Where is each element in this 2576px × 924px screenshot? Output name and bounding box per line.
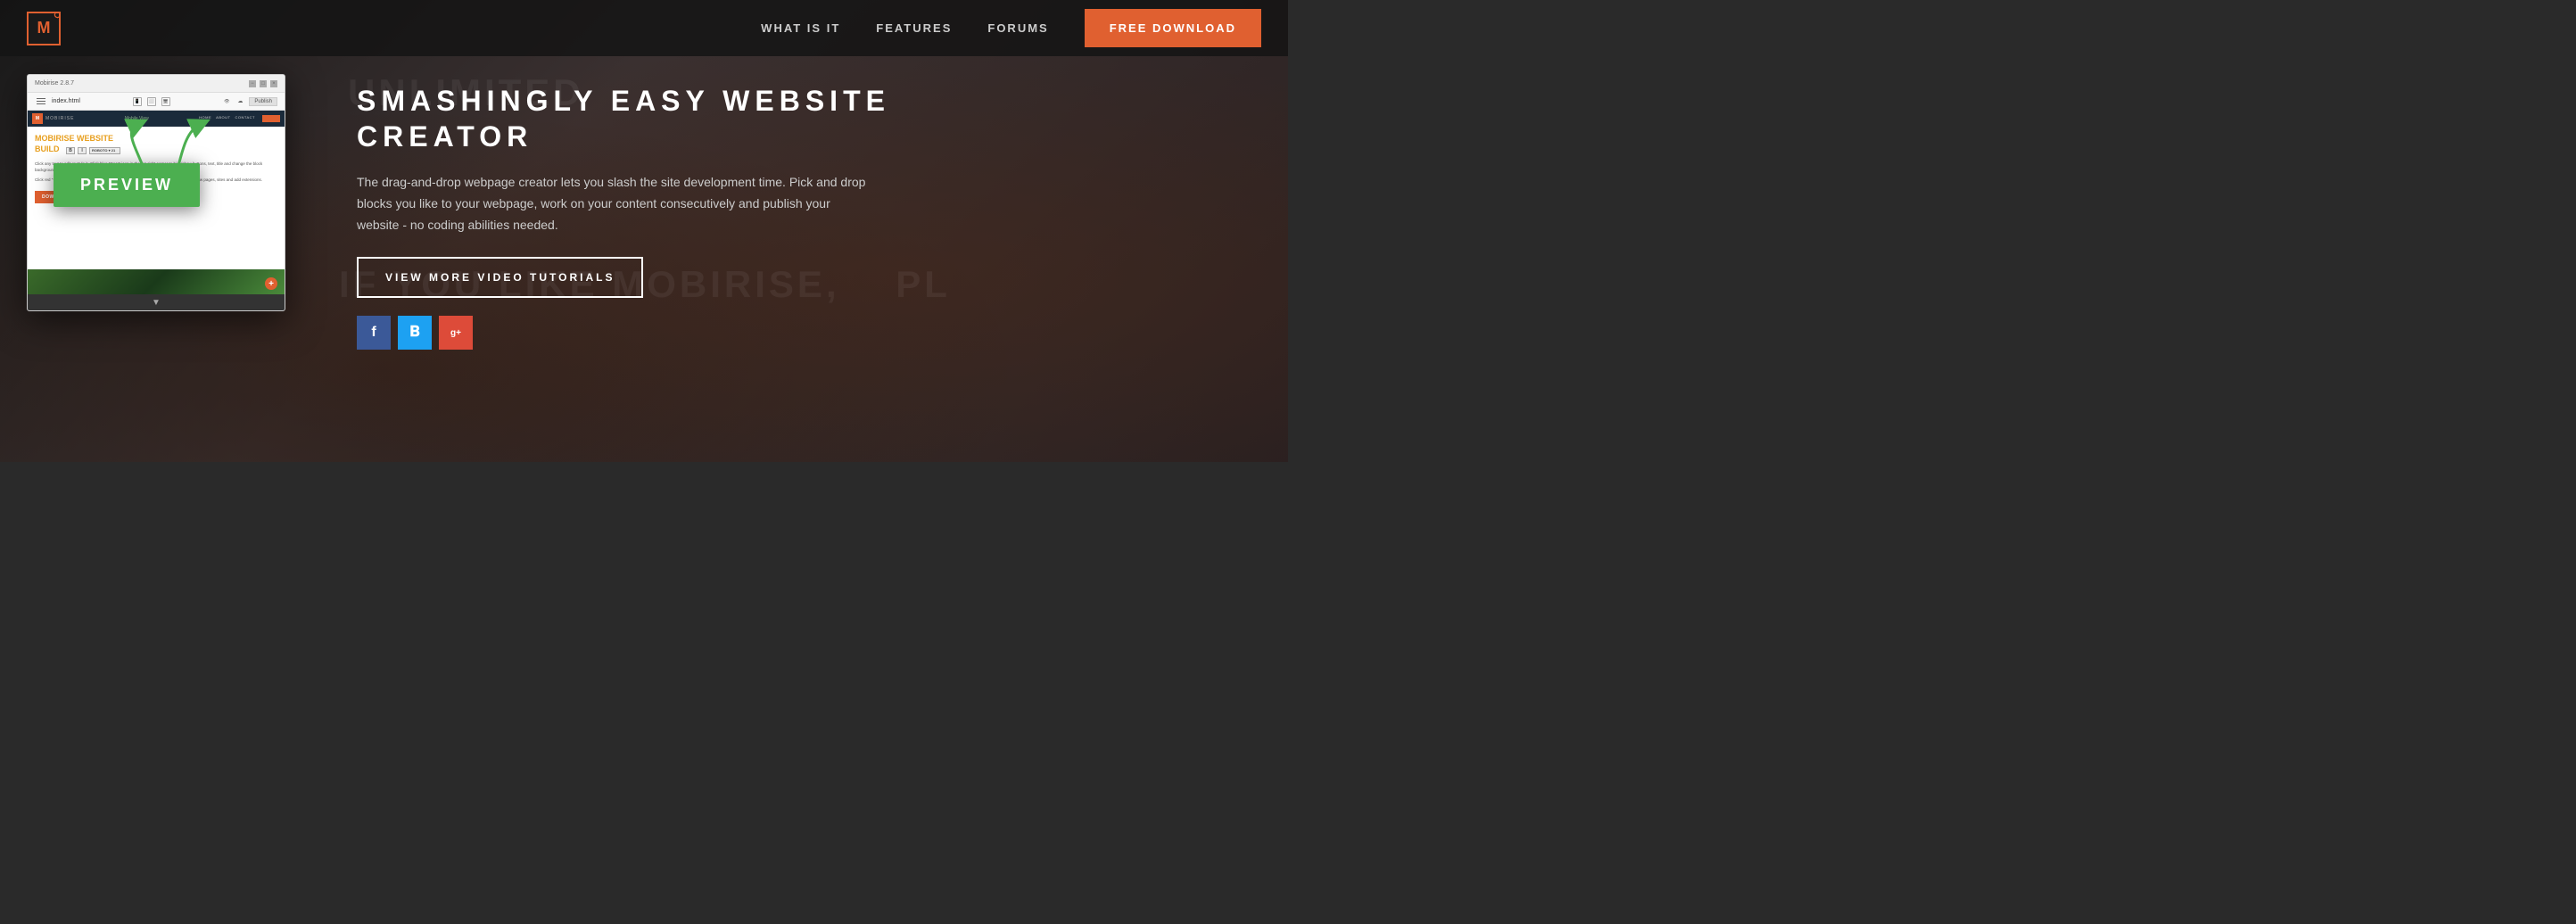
mockup-logo-small: M xyxy=(32,113,43,124)
publish-button[interactable]: Publish xyxy=(249,97,277,106)
nav-links: WHAT IS IT FEATURES FORUMS FREE DOWNLOAD xyxy=(761,9,1261,47)
googleplus-button[interactable]: g+ xyxy=(439,316,473,350)
mockup-nav-contact: CONTACT xyxy=(235,115,255,122)
view-tutorials-button[interactable]: VIEW MORE VIDEO TUTORIALS xyxy=(357,257,643,298)
hero-description: The drag-and-drop webpage creator lets y… xyxy=(357,172,874,235)
hero-text: SMASHINGLY EASY WEBSITE CREATOR The drag… xyxy=(321,74,1261,350)
win-maximize[interactable]: □ xyxy=(260,80,267,87)
nav-what-is-it[interactable]: WHAT IS IT xyxy=(761,21,840,35)
window-controls: − □ × xyxy=(249,80,277,87)
navbar: M WHAT IS IT FEATURES FORUMS FREE DOWNLO… xyxy=(0,0,1288,56)
nav-features[interactable]: FEATURES xyxy=(876,21,952,35)
mockup-heading-line1: MOBIRISE WEBSITE xyxy=(35,134,277,144)
mockup-brand-name: MOBIRISE xyxy=(45,116,74,121)
twitter-icon: 𝐁 xyxy=(409,325,419,341)
social-buttons: f 𝐁 g+ xyxy=(357,316,1261,350)
scroll-down-icon[interactable]: ▼ xyxy=(152,298,161,308)
twitter-button[interactable]: 𝐁 xyxy=(398,316,432,350)
desktop-view-icon[interactable]: 🖥 xyxy=(161,97,170,106)
main-content: Mobirise 2.8.7 − □ × index.html 📱 ⬜ xyxy=(0,56,1288,462)
nav-forums[interactable]: FORUMS xyxy=(987,21,1048,35)
cloud-icon[interactable]: ☁ xyxy=(235,97,244,106)
forest-background xyxy=(28,269,285,294)
mockup-nav-home: HOME xyxy=(199,115,211,122)
toolbar-left: index.html xyxy=(35,96,80,106)
mockup-title: Mobirise 2.8.7 xyxy=(35,80,74,87)
logo[interactable]: M xyxy=(27,12,61,45)
hero-title: SMASHINGLY EASY WEBSITE CREATOR xyxy=(357,83,1261,154)
win-close[interactable]: × xyxy=(270,80,277,87)
logo-sun-icon xyxy=(50,12,61,22)
add-block-button[interactable]: + xyxy=(265,277,277,290)
mobile-view-icon[interactable]: 📱 xyxy=(133,97,142,106)
mockup-mobile-label: Mobile View xyxy=(125,116,149,121)
preview-button-overlay[interactable]: PREVIEW xyxy=(54,163,200,207)
toolbar-device-icons: 📱 ⬜ 🖥 xyxy=(133,97,170,106)
tablet-view-icon[interactable]: ⬜ xyxy=(147,97,156,106)
hamburger-icon[interactable] xyxy=(35,96,47,106)
mockup-toolbar: index.html 📱 ⬜ 🖥 👁 ☁ Publish xyxy=(28,93,285,111)
logo-letter: M xyxy=(37,19,51,37)
app-mockup: Mobirise 2.8.7 − □ × index.html 📱 ⬜ xyxy=(27,74,285,311)
mockup-titlebar: Mobirise 2.8.7 − □ × xyxy=(28,75,285,93)
logo-box: M xyxy=(27,12,61,45)
mockup-app-nav: M MOBIRISE Mobile View HOME ABOUT CONTAC… xyxy=(28,111,285,127)
mockup-nav-links: HOME ABOUT CONTACT xyxy=(199,115,280,122)
facebook-button[interactable]: f xyxy=(357,316,391,350)
mockup-nav-about: ABOUT xyxy=(216,115,230,122)
style-italic[interactable]: I xyxy=(78,147,87,154)
hero-title-line2: CREATOR xyxy=(357,120,533,153)
mockup-heading-line2: BUILD B I Roboto ▾ 21 xyxy=(35,144,277,158)
eye-icon[interactable]: 👁 xyxy=(222,97,231,106)
scroll-down-bar: ▼ xyxy=(28,294,285,310)
nav-cta-btn xyxy=(262,115,280,122)
hero-title-line1: SMASHINGLY EASY WEBSITE xyxy=(357,85,890,117)
facebook-icon: f xyxy=(371,325,376,341)
style-font-select[interactable]: Roboto ▾ 21 xyxy=(89,147,120,154)
style-bar: B I Roboto ▾ 21 xyxy=(66,147,120,154)
mockup-bottom-image: + xyxy=(28,269,285,294)
win-minimize[interactable]: − xyxy=(249,80,256,87)
mockup-heading: MOBIRISE WEBSITE BUILD B I Roboto ▾ 21 xyxy=(35,134,277,158)
style-bold[interactable]: B xyxy=(66,147,75,154)
toolbar-filename: index.html xyxy=(52,98,80,104)
preview-button[interactable]: PREVIEW xyxy=(54,163,200,207)
free-download-button[interactable]: FREE DOWNLOAD xyxy=(1085,9,1261,47)
googleplus-icon: g+ xyxy=(450,328,461,338)
